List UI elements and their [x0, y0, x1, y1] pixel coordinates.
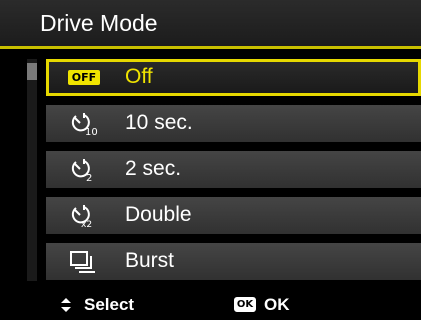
menu-item-10-sec[interactable]: 10 10 sec.: [46, 105, 421, 142]
svg-text:x2: x2: [81, 220, 92, 229]
menu-item-2-sec[interactable]: 2 2 sec.: [46, 151, 421, 188]
self-timer-10s-icon: 10: [68, 111, 98, 138]
title-divider: [0, 46, 421, 49]
menu-item-label: 10 sec.: [125, 111, 193, 134]
drive-mode-menu: OFF Off 10 10 sec. 2 2 sec. x2 Double Bu…: [46, 59, 421, 281]
camera-menu-screen: Drive Mode OFF Off 10 10 sec. 2 2 sec. x…: [0, 0, 421, 320]
svg-text:10: 10: [85, 127, 98, 137]
ok-hint: OK: [264, 295, 290, 314]
off-badge-text: OFF: [68, 70, 100, 85]
menu-item-burst[interactable]: Burst: [46, 243, 421, 280]
ok-button-icon: OK: [234, 297, 256, 312]
self-timer-double-icon: x2: [68, 203, 98, 230]
menu-item-label: 2 sec.: [125, 157, 182, 180]
scrollbar-thumb[interactable]: [27, 63, 37, 80]
menu-item-label: Double: [125, 203, 192, 226]
title-bar: Drive Mode: [0, 0, 421, 46]
off-badge-icon: OFF: [68, 65, 100, 89]
svg-text:2: 2: [86, 173, 92, 183]
up-down-arrows-icon: [60, 297, 72, 313]
scrollbar[interactable]: [27, 59, 37, 281]
menu-item-double[interactable]: x2 Double: [46, 197, 421, 234]
burst-icon: [68, 249, 98, 273]
page-title: Drive Mode: [40, 10, 158, 36]
menu-item-off[interactable]: OFF Off: [46, 59, 421, 96]
button-hint-bar: Select OK OK: [0, 290, 421, 320]
self-timer-2s-icon: 2: [68, 157, 98, 184]
menu-item-label: Burst: [125, 249, 175, 272]
select-hint: Select: [84, 295, 135, 314]
menu-item-label: Off: [125, 65, 153, 88]
